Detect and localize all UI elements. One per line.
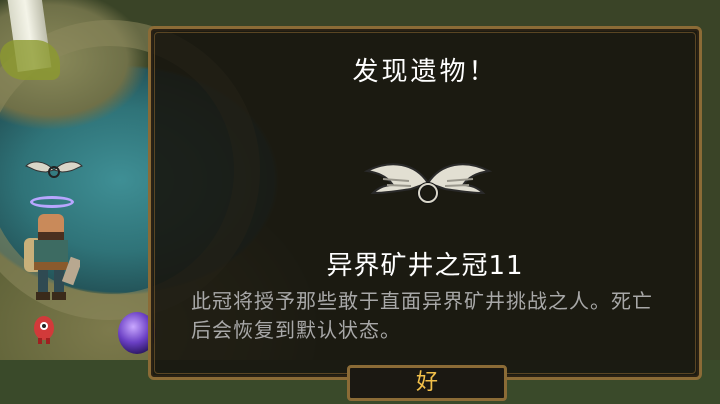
vine-foliage: [0, 40, 60, 80]
equipped-winged-halo-icon: [25, 161, 83, 178]
winged-halo-icon: [363, 163, 493, 204]
relic-description: 此冠将授予那些敢于直面异界矿井挑战之人。死亡后会恢复到默认状态。: [191, 289, 653, 342]
dialog-title: 发现遗物！: [352, 57, 498, 87]
ok-button[interactable]: 好: [347, 365, 507, 401]
character-halo: [30, 196, 74, 208]
relic-found-dialog: 发现遗物！ 异界矿井之冠11 此冠将授予那些敢于直面异界矿井挑战之人。死亡后会恢…: [148, 26, 702, 401]
pet-creature: [34, 316, 54, 344]
relic-name: 异界矿井之冠11: [326, 251, 524, 281]
player-character: [24, 214, 80, 300]
